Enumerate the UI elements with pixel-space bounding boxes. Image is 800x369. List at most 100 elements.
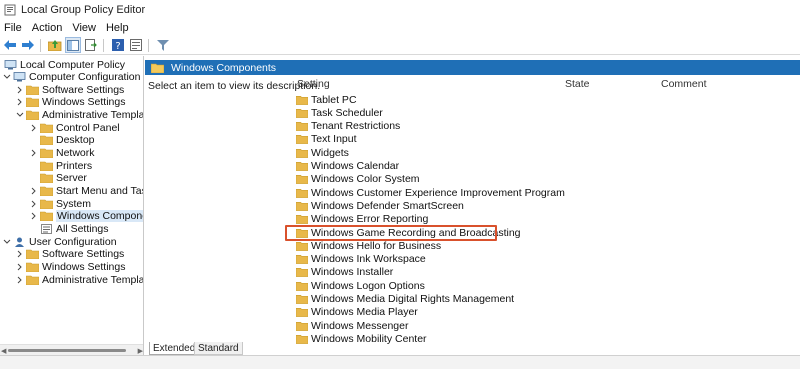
status-bar (0, 355, 800, 369)
tree-item[interactable]: Desktop (29, 134, 95, 147)
toolbar-separator (103, 38, 104, 52)
setting-label: Windows Logon Options (311, 279, 425, 292)
tree-item-label: Windows Components (56, 210, 143, 223)
column-state[interactable]: State (565, 76, 625, 91)
tab-standard[interactable]: Standard (194, 342, 243, 355)
tree-item[interactable]: System (29, 197, 91, 210)
tree-item[interactable]: All Settings (29, 222, 109, 235)
tree-item[interactable]: Start Menu and Taskbar (29, 185, 143, 198)
setting-row[interactable]: Windows Calendar (296, 160, 399, 173)
tree-item[interactable]: Control Panel (29, 121, 120, 134)
tree-horizontal-scrollbar[interactable]: ◀ ▶ (0, 344, 143, 355)
collapsed-chevron-icon[interactable] (15, 250, 24, 259)
folder-icon (296, 162, 308, 171)
collapsed-chevron-icon[interactable] (29, 123, 38, 132)
help-button[interactable]: ? (110, 37, 126, 53)
folder-icon (40, 174, 53, 184)
show-hide-tree-button[interactable] (65, 37, 81, 53)
scroll-thumb[interactable] (8, 349, 126, 352)
column-comment[interactable]: Comment (661, 76, 741, 91)
setting-label: Windows Calendar (311, 160, 400, 172)
menu-help[interactable]: Help (101, 22, 134, 34)
properties-button[interactable] (128, 37, 144, 53)
setting-row[interactable]: Windows Hello for Business (296, 239, 441, 252)
export-list-button[interactable] (83, 37, 99, 53)
details-pane: Windows Components Select an item to vie… (145, 56, 800, 355)
back-button[interactable] (2, 37, 18, 53)
menu-action[interactable]: Action (27, 22, 68, 34)
tree-item-label: Start Menu and Taskbar (56, 185, 143, 197)
collapsed-chevron-icon[interactable] (15, 275, 24, 284)
setting-row[interactable]: Windows Error Reporting (296, 213, 428, 226)
up-folder-button[interactable] (47, 37, 63, 53)
folder-icon (296, 122, 308, 131)
collapsed-chevron-icon[interactable] (15, 262, 24, 271)
setting-row[interactable]: Widgets (296, 146, 349, 159)
tree-item-label: Computer Configuration (29, 71, 141, 84)
collapsed-chevron-icon[interactable] (29, 149, 38, 158)
filter-button[interactable] (155, 37, 171, 53)
item-description: Select an item to view its description. (148, 80, 321, 92)
setting-row[interactable]: Windows Defender SmartScreen (296, 199, 464, 212)
highlight-annotation (285, 225, 497, 241)
collapsed-chevron-icon[interactable] (29, 199, 38, 208)
tree-item[interactable]: Administrative Templates (15, 273, 143, 286)
expanded-chevron-icon[interactable] (2, 237, 11, 246)
tree-item[interactable]: Windows Settings (15, 96, 125, 109)
menu-bar: File Action View Help (0, 19, 800, 36)
setting-row[interactable]: Task Scheduler (296, 106, 383, 119)
setting-row[interactable]: Windows Installer (296, 266, 393, 279)
tree-item[interactable]: Computer Configuration (2, 71, 140, 84)
setting-row[interactable]: Windows Ink Workspace (296, 253, 426, 266)
setting-row[interactable]: Windows Media Player (296, 306, 418, 319)
scroll-right-icon[interactable]: ▶ (138, 347, 143, 355)
setting-row[interactable]: Windows Logon Options (296, 279, 425, 292)
setting-label: Windows Customer Experience Improvement … (311, 186, 565, 199)
setting-label: Text Input (311, 133, 357, 146)
menu-view[interactable]: View (67, 22, 101, 34)
collapsed-chevron-icon[interactable] (29, 187, 38, 196)
forward-button[interactable] (20, 37, 36, 53)
svg-text:?: ? (115, 41, 120, 51)
expanded-chevron-icon[interactable] (2, 73, 11, 82)
setting-row[interactable]: Tenant Restrictions (296, 120, 400, 133)
column-setting[interactable]: Setting (297, 76, 557, 91)
scroll-left-icon[interactable]: ◀ (1, 347, 6, 355)
tree-item[interactable]: Printers (29, 159, 92, 172)
menu-file[interactable]: File (0, 22, 27, 34)
folder-icon (296, 295, 308, 304)
tree-item[interactable]: Server (29, 172, 87, 185)
tree-item-label: All Settings (56, 222, 109, 235)
tree-item[interactable]: Local Computer Policy (2, 58, 125, 71)
tree-item[interactable]: Software Settings (15, 248, 124, 261)
setting-row[interactable]: Windows Customer Experience Improvement … (296, 186, 565, 199)
setting-row[interactable]: Text Input (296, 133, 357, 146)
folder-icon (26, 98, 39, 108)
folder-icon (26, 249, 39, 260)
tree-item[interactable]: Network (29, 147, 95, 160)
tree-item[interactable]: Software Settings (15, 83, 124, 96)
setting-row[interactable]: Tablet PC (296, 93, 357, 106)
expanded-chevron-icon[interactable] (15, 111, 24, 120)
collapsed-chevron-icon[interactable] (29, 212, 38, 221)
folder-icon (296, 201, 308, 211)
folder-icon (26, 262, 39, 272)
setting-row[interactable]: Windows Color System (296, 173, 420, 186)
tree-item[interactable]: Windows Components (29, 210, 143, 223)
forward-icon (22, 40, 34, 50)
tree-item[interactable]: Administrative Templates (15, 109, 143, 122)
collapsed-chevron-icon[interactable] (15, 85, 24, 94)
details-header: Windows Components (145, 60, 800, 75)
tree-item[interactable]: User Configuration (2, 235, 117, 248)
tab-extended[interactable]: Extended (149, 342, 200, 355)
setting-row[interactable]: Windows Media Digital Rights Management (296, 293, 514, 306)
setting-row[interactable]: Windows Messenger (296, 319, 408, 332)
collapsed-chevron-icon[interactable] (15, 98, 24, 107)
tree-item[interactable]: Windows Settings (15, 260, 125, 273)
toolbar: ? (0, 36, 800, 55)
folder-icon (40, 199, 53, 209)
folder-icon (40, 211, 53, 222)
filter-icon (157, 39, 169, 51)
